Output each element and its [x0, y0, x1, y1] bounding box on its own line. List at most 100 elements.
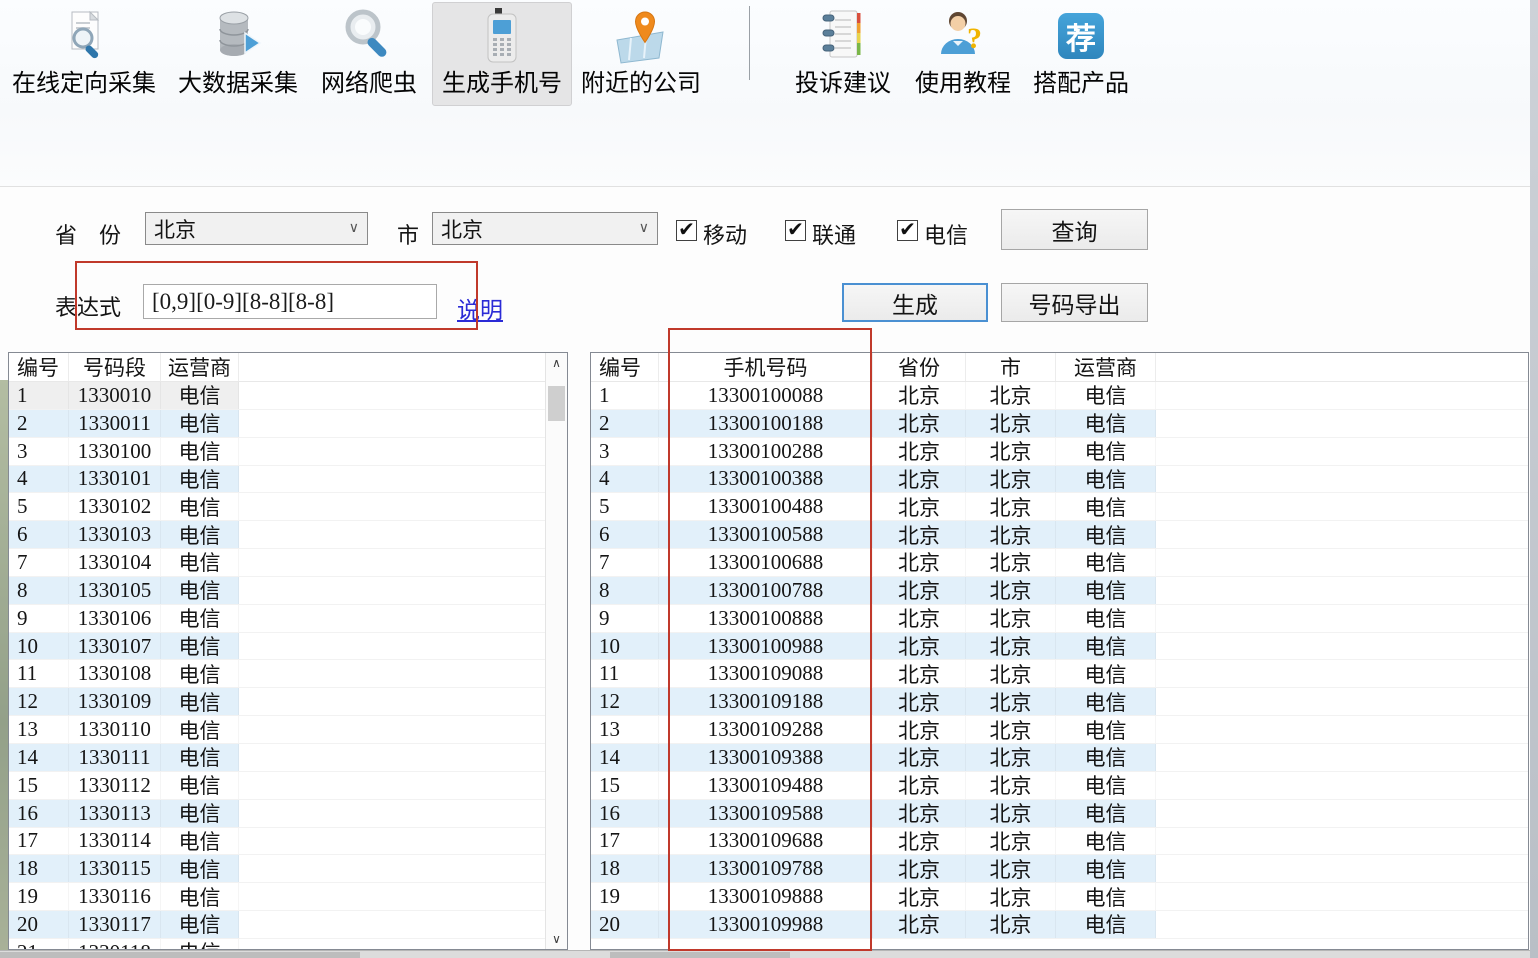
cell: 北京: [966, 549, 1056, 576]
toolbar-button-feedback[interactable]: 投诉建议: [788, 2, 898, 106]
table-row[interactable]: 1813300109788北京北京电信: [591, 855, 1528, 883]
cell: 1330102: [69, 493, 161, 520]
export-button[interactable]: 号码导出: [1001, 283, 1148, 322]
column-header[interactable]: 号码段: [69, 353, 161, 381]
horizontal-scrollbar[interactable]: [0, 950, 1538, 958]
scrollbar-thumb[interactable]: [548, 386, 565, 421]
table-row[interactable]: 1413300109388北京北京电信: [591, 744, 1528, 772]
cell: 13300100088: [659, 382, 873, 409]
hscrollbar-thumb-left[interactable]: [0, 952, 360, 958]
cell: 北京: [966, 438, 1056, 465]
cell: 13300100188: [659, 410, 873, 437]
table-row[interactable]: 161330113电信: [9, 800, 545, 828]
table-row[interactable]: 113300100088北京北京电信: [591, 382, 1528, 410]
city-select[interactable]: 北京 ∨: [432, 212, 658, 245]
column-header[interactable]: 手机号码: [659, 353, 873, 381]
table-row[interactable]: 413300100388北京北京电信: [591, 466, 1528, 494]
recommend-badge-icon: 荐: [1058, 3, 1104, 69]
table-row[interactable]: 31330100电信: [9, 438, 545, 466]
table-row[interactable]: 513300100488北京北京电信: [591, 493, 1528, 521]
toolbar-button-tutorial[interactable]: ? 使用教程: [908, 2, 1018, 106]
table-row[interactable]: 1513300109488北京北京电信: [591, 772, 1528, 800]
column-header[interactable]: 省份: [873, 353, 966, 381]
cell: 1330113: [69, 800, 161, 827]
table-row[interactable]: 1913300109888北京北京电信: [591, 883, 1528, 911]
toolbar-button-bigdata-collect[interactable]: 大数据采集: [172, 2, 304, 106]
table-row[interactable]: 181330115电信: [9, 855, 545, 883]
toolbar-button-nearby-companies[interactable]: 附近的公司: [578, 2, 704, 106]
table-row[interactable]: 213300100188北京北京电信: [591, 410, 1528, 438]
cell: 11: [9, 660, 69, 687]
cell: 电信: [161, 521, 239, 548]
table-row[interactable]: 1613300109588北京北京电信: [591, 800, 1528, 828]
toolbar-button-products[interactable]: 荐 搭配产品: [1028, 2, 1134, 106]
table-row[interactable]: 141330111电信: [9, 744, 545, 772]
segment-table: 编号 号码段 运营商 11330010电信21330011电信31330100电…: [8, 352, 568, 950]
table-row[interactable]: 151330112电信: [9, 772, 545, 800]
cell: 17: [9, 828, 69, 855]
table-row[interactable]: 61330103电信: [9, 521, 545, 549]
table-row[interactable]: 71330104电信: [9, 549, 545, 577]
vertical-scrollbar[interactable]: ∧ ∨: [545, 353, 567, 949]
cell: 北京: [966, 744, 1056, 771]
table-row[interactable]: 1113300109088北京北京电信: [591, 660, 1528, 688]
table-row[interactable]: 713300100688北京北京电信: [591, 549, 1528, 577]
cell: 电信: [1056, 660, 1156, 687]
table-row[interactable]: 11330010电信: [9, 382, 545, 410]
table-row[interactable]: 21330011电信: [9, 410, 545, 438]
table-row[interactable]: 121330109电信: [9, 688, 545, 716]
table-row[interactable]: 191330116电信: [9, 883, 545, 911]
query-button[interactable]: 查询: [1001, 209, 1148, 250]
cell: 北京: [873, 410, 966, 437]
cell: 10: [591, 633, 659, 660]
table-row[interactable]: 1713300109688北京北京电信: [591, 828, 1528, 856]
cell: 1330109: [69, 688, 161, 715]
table-row[interactable]: 201330117电信: [9, 911, 545, 939]
table-row[interactable]: 1213300109188北京北京电信: [591, 688, 1528, 716]
column-header[interactable]: 市: [966, 353, 1056, 381]
toolbar-button-online-collect[interactable]: 在线定向采集: [8, 2, 160, 106]
column-header[interactable]: 运营商: [161, 353, 239, 381]
table-row[interactable]: 131330110电信: [9, 716, 545, 744]
table-row[interactable]: 813300100788北京北京电信: [591, 577, 1528, 605]
table-row[interactable]: 2013300109988北京北京电信: [591, 911, 1528, 939]
toolbar-button-generate-phone[interactable]: 生成手机号: [432, 2, 572, 106]
toolbar-button-web-crawler[interactable]: 网络爬虫: [316, 2, 422, 106]
table-row[interactable]: 313300100288北京北京电信: [591, 438, 1528, 466]
table-row[interactable]: 111330108电信: [9, 660, 545, 688]
table-row[interactable]: 41330101电信: [9, 466, 545, 494]
province-select[interactable]: 北京 ∨: [145, 212, 368, 245]
cell: 电信: [161, 688, 239, 715]
cell: 电信: [1056, 828, 1156, 855]
cell: 北京: [966, 660, 1056, 687]
cell: 电信: [1056, 382, 1156, 409]
table-row[interactable]: 101330107电信: [9, 633, 545, 661]
hscrollbar-thumb-right[interactable]: [610, 952, 790, 958]
generate-button[interactable]: 生成: [842, 283, 988, 322]
toolbar-divider: [0, 186, 1538, 187]
check-icon: ✔: [899, 220, 916, 238]
cell: 13300109588: [659, 800, 873, 827]
column-header[interactable]: 编号: [591, 353, 659, 381]
table-row[interactable]: 171330114电信: [9, 828, 545, 856]
table-row[interactable]: 211330118电信: [9, 939, 545, 949]
carrier-checkbox-unicom[interactable]: ✔: [785, 220, 806, 241]
carrier-checkbox-mobile[interactable]: ✔: [676, 220, 697, 241]
column-header[interactable]: 运营商: [1056, 353, 1156, 381]
table-row[interactable]: 1013300100988北京北京电信: [591, 633, 1528, 661]
cell: 1330110: [69, 716, 161, 743]
carrier-checkbox-telecom[interactable]: ✔: [897, 220, 918, 241]
table-row[interactable]: 81330105电信: [9, 577, 545, 605]
table-row[interactable]: 1313300109288北京北京电信: [591, 716, 1528, 744]
cell: 北京: [966, 855, 1056, 882]
table-row[interactable]: 613300100588北京北京电信: [591, 521, 1528, 549]
table-row[interactable]: 913300100888北京北京电信: [591, 605, 1528, 633]
table-row[interactable]: 91330106电信: [9, 605, 545, 633]
cell: 1330107: [69, 633, 161, 660]
table-row[interactable]: 51330102电信: [9, 493, 545, 521]
scroll-down-icon[interactable]: ∨: [546, 929, 567, 949]
help-link[interactable]: 说明: [457, 291, 503, 325]
scroll-up-icon[interactable]: ∧: [546, 353, 567, 373]
column-header[interactable]: 编号: [9, 353, 69, 381]
expression-input[interactable]: [143, 284, 437, 319]
